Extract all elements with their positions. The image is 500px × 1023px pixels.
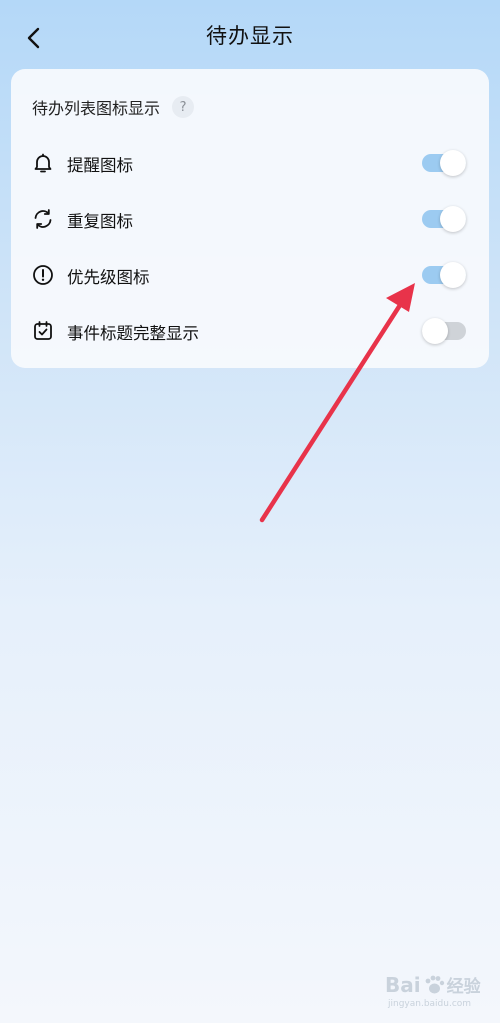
toggle-knob (440, 262, 466, 288)
section-title: 待办列表图标显示 (32, 99, 161, 118)
toggle-knob (440, 150, 466, 176)
watermark-brand-right: 经验 (446, 977, 481, 997)
calendar-check-icon (34, 321, 52, 340)
watermark-sub: jingyan.baidu.com (388, 999, 472, 1009)
priority-icon-toggle[interactable] (422, 261, 466, 289)
repeat-icon (34, 209, 52, 229)
settings-card: 待办列表图标显示 ? 提醒图标 重复图标 优先级图标 事件标题完整显示 (11, 69, 489, 368)
reminder-icon-toggle[interactable] (422, 149, 466, 177)
setting-label: 优先级图标 (67, 268, 150, 287)
help-icon[interactable]: ? (172, 96, 195, 118)
section-header: 待办列表图标显示 ? (32, 95, 195, 119)
full-title-toggle[interactable] (422, 317, 466, 345)
repeat-icon-toggle[interactable] (422, 205, 466, 233)
toggle-knob (422, 318, 448, 344)
setting-row-priority-icon: 优先级图标 (11, 255, 489, 295)
setting-label: 重复图标 (67, 212, 133, 231)
toggle-knob (440, 206, 466, 232)
watermark-brand-left: Bai (385, 972, 421, 997)
watermark: Bai 经验 (385, 972, 481, 998)
setting-label: 提醒图标 (67, 156, 133, 175)
setting-row-reminder-icon: 提醒图标 (11, 143, 489, 183)
setting-label: 事件标题完整显示 (67, 324, 199, 343)
setting-row-repeat-icon: 重复图标 (11, 199, 489, 239)
paw-icon (425, 975, 444, 993)
bell-icon (34, 153, 52, 173)
header-bar: 待办显示 (0, 0, 500, 76)
setting-row-full-title: 事件标题完整显示 (11, 311, 489, 351)
page-title: 待办显示 (206, 24, 294, 48)
priority-icon (33, 265, 53, 285)
